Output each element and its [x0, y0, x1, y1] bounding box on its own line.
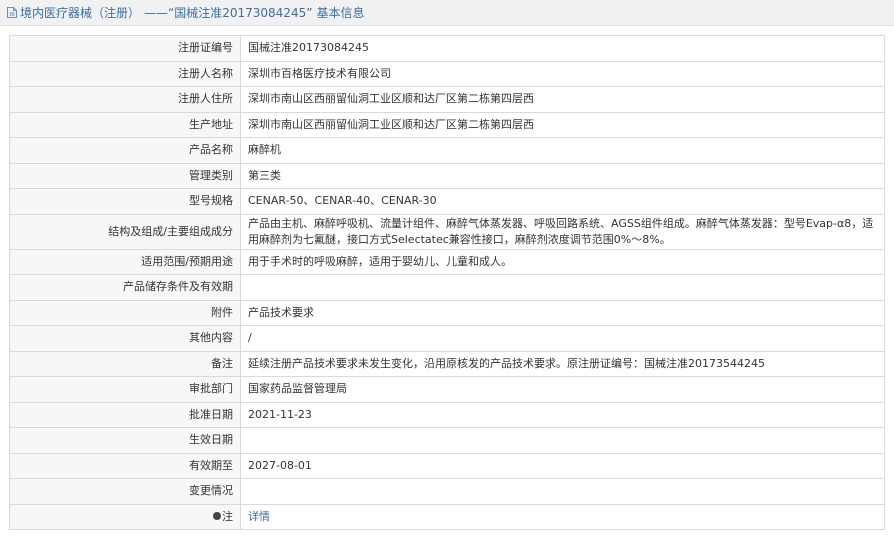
- document-icon: [6, 6, 18, 19]
- table-row: 产品储存条件及有效期: [9, 274, 885, 301]
- row-label: 产品名称: [9, 137, 241, 164]
- table-row: 其他内容 /: [9, 325, 885, 352]
- header-title-category: 境内医疗器械（注册）: [20, 6, 141, 20]
- row-label: 结构及组成/主要组成成分: [9, 213, 241, 250]
- table-row: 注 详情: [9, 503, 885, 530]
- table-row: 产品名称 麻醉机: [9, 137, 885, 164]
- row-value: [240, 274, 885, 301]
- row-label: 有效期至: [9, 452, 241, 479]
- row-label: 生效日期: [9, 427, 241, 454]
- row-label: 注册人住所: [9, 86, 241, 113]
- row-label: 产品储存条件及有效期: [9, 274, 241, 301]
- table-row: 生产地址 深圳市南山区西丽留仙洞工业区顺和达厂区第二栋第四层西: [9, 111, 885, 138]
- row-value: 麻醉机: [240, 137, 885, 164]
- row-label: 备注: [9, 350, 241, 377]
- page-header: 境内医疗器械（注册） —— “国械注准20173084245” 基本信息: [0, 0, 894, 26]
- row-label: 批准日期: [9, 401, 241, 428]
- table-row: 型号规格 CENAR-50、CENAR-40、CENAR-30: [9, 188, 885, 215]
- table-row: 适用范围/预期用途 用于手术时的呼吸麻醉，适用于婴幼儿、儿童和成人。: [9, 248, 885, 275]
- row-label: 管理类别: [9, 162, 241, 189]
- row-value: /: [240, 325, 885, 352]
- row-value: 国械注准20173084245: [240, 35, 885, 62]
- row-value: 产品技术要求: [240, 299, 885, 326]
- table-row: 变更情况: [9, 478, 885, 505]
- table-row: 注册人名称 深圳市百格医疗技术有限公司: [9, 60, 885, 87]
- table-row: 附件 产品技术要求: [9, 299, 885, 326]
- row-value: 第三类: [240, 162, 885, 189]
- info-dot-icon: [213, 511, 221, 520]
- header-separator: ——: [144, 5, 169, 20]
- row-value: 深圳市南山区西丽留仙洞工业区顺和达厂区第二栋第四层西: [240, 86, 885, 113]
- row-label: 型号规格: [9, 188, 241, 215]
- details-link[interactable]: 详情: [248, 510, 270, 523]
- row-value: 用于手术时的呼吸麻醉，适用于婴幼儿、儿童和成人。: [240, 248, 885, 275]
- row-value: 深圳市百格医疗技术有限公司: [240, 60, 885, 87]
- row-value: CENAR-50、CENAR-40、CENAR-30: [240, 188, 885, 215]
- row-label: 附件: [9, 299, 241, 326]
- row-value: [240, 478, 885, 505]
- row-value: 产品由主机、麻醉呼吸机、流量计组件、麻醉气体蒸发器、呼吸回路系统、AGSS组件组…: [240, 213, 885, 250]
- row-value: 深圳市南山区西丽留仙洞工业区顺和达厂区第二栋第四层西: [240, 111, 885, 138]
- table-row: 备注 延续注册产品技术要求未发生变化，沿用原核发的产品技术要求。原注册证编号：国…: [9, 350, 885, 377]
- note-value-cell: 详情: [240, 503, 885, 530]
- row-label: 变更情况: [9, 478, 241, 505]
- table-row: 生效日期: [9, 427, 885, 454]
- table-row: 注册人住所 深圳市南山区西丽留仙洞工业区顺和达厂区第二栋第四层西: [9, 86, 885, 113]
- table-row: 有效期至 2027-08-01: [9, 452, 885, 479]
- row-label: 注册人名称: [9, 60, 241, 87]
- row-value: 延续注册产品技术要求未发生变化，沿用原核发的产品技术要求。原注册证编号：国械注准…: [240, 350, 885, 377]
- row-label: 适用范围/预期用途: [9, 248, 241, 275]
- row-value: 国家药品监督管理局: [240, 376, 885, 403]
- info-table: 注册证编号 国械注准20173084245 注册人名称 深圳市百格医疗技术有限公…: [9, 35, 885, 530]
- table-row: 结构及组成/主要组成成分 产品由主机、麻醉呼吸机、流量计组件、麻醉气体蒸发器、呼…: [9, 213, 885, 250]
- row-label: 生产地址: [9, 111, 241, 138]
- table-row: 注册证编号 国械注准20173084245: [9, 35, 885, 62]
- table-row: 审批部门 国家药品监督管理局: [9, 376, 885, 403]
- row-value: [240, 427, 885, 454]
- row-label: 注册证编号: [9, 35, 241, 62]
- note-label: 注: [222, 509, 233, 523]
- header-title-regno: “国械注准20173084245”: [168, 6, 313, 20]
- row-value: 2021-11-23: [240, 401, 885, 428]
- row-value: 2027-08-01: [240, 452, 885, 479]
- note-label-cell: 注: [9, 503, 241, 530]
- table-row: 批准日期 2021-11-23: [9, 401, 885, 428]
- row-label: 其他内容: [9, 325, 241, 352]
- table-row: 管理类别 第三类: [9, 162, 885, 189]
- header-title-suffix: 基本信息: [316, 6, 365, 20]
- row-label: 审批部门: [9, 376, 241, 403]
